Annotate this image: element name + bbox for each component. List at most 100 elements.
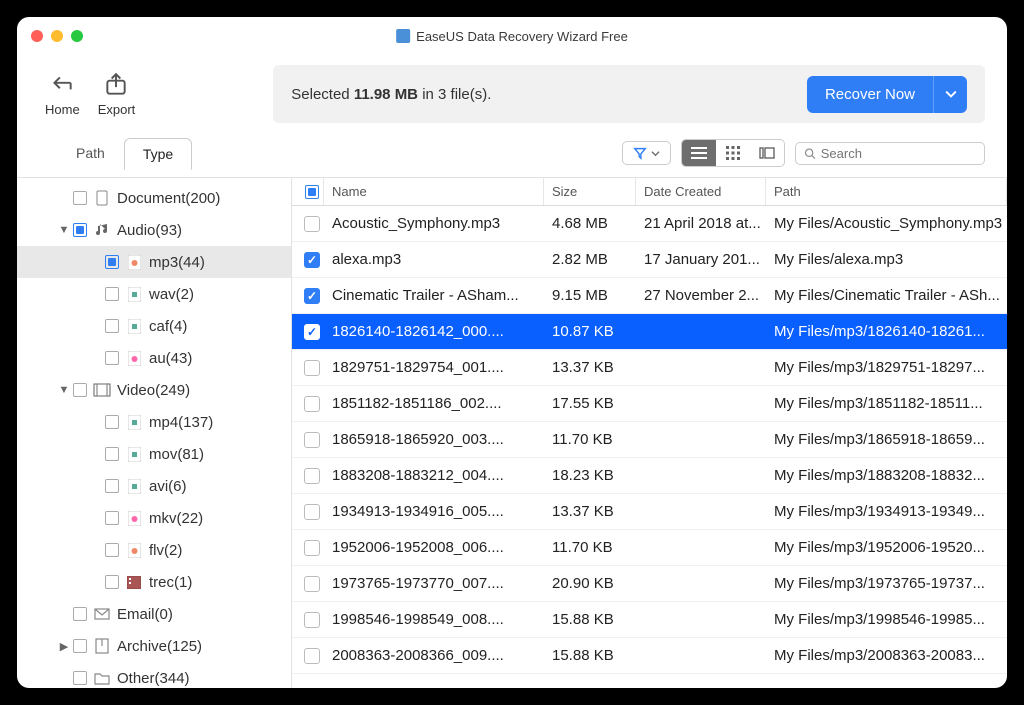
sidebar-item[interactable]: mp4(137) <box>17 406 291 438</box>
sidebar-item[interactable]: ▶Archive(125) <box>17 630 291 662</box>
column-size[interactable]: Size <box>544 178 636 205</box>
tree-checkbox[interactable] <box>73 671 87 685</box>
column-date[interactable]: Date Created <box>636 178 766 205</box>
sidebar-tree[interactable]: Document(200)▼Audio(93) mp3(44) wav(2)caf(… <box>17 178 292 688</box>
file-list[interactable]: Acoustic_Symphony.mp34.68 MB21 April 201… <box>292 206 1007 688</box>
row-checkbox[interactable] <box>304 504 320 520</box>
filter-button[interactable] <box>622 141 671 165</box>
tree-checkbox[interactable] <box>105 255 119 269</box>
table-row[interactable]: 1973765-1973770_007....20.90 KBMy Files/… <box>292 566 1007 602</box>
sidebar-item[interactable]: mp3(44) <box>17 246 291 278</box>
recover-dropdown-button[interactable] <box>933 76 967 113</box>
tree-checkbox[interactable] <box>105 287 119 301</box>
home-button[interactable]: Home <box>45 72 80 117</box>
table-row[interactable]: 1865918-1865920_003....11.70 KBMy Files/… <box>292 422 1007 458</box>
table-row[interactable]: 1826140-1826142_000....10.87 KBMy Files/… <box>292 314 1007 350</box>
tree-label: mp3(44) <box>149 254 205 271</box>
table-row[interactable]: alexa.mp32.82 MB17 January 201...My File… <box>292 242 1007 278</box>
select-all-checkbox[interactable] <box>305 185 319 199</box>
sidebar-item[interactable]: Email(0) <box>17 598 291 630</box>
sidebar-item[interactable]: mov(81) <box>17 438 291 470</box>
file-b-icon <box>125 478 143 494</box>
row-checkbox[interactable] <box>304 612 320 628</box>
view-preview-button[interactable] <box>750 140 784 166</box>
search-input[interactable] <box>821 146 976 161</box>
sidebar-item[interactable]: avi(6) <box>17 470 291 502</box>
row-checkbox[interactable] <box>304 396 320 412</box>
table-row[interactable]: 2008363-2008366_009....15.88 KBMy Files/… <box>292 638 1007 674</box>
file-name: 1883208-1883212_004.... <box>324 467 544 484</box>
tree-checkbox[interactable] <box>105 447 119 461</box>
file-path: My Files/alexa.mp3 <box>766 251 1007 268</box>
tree-checkbox[interactable] <box>73 191 87 205</box>
row-checkbox[interactable] <box>304 288 320 304</box>
tree-checkbox[interactable] <box>105 575 119 589</box>
tree-checkbox[interactable] <box>73 223 87 237</box>
tree-checkbox[interactable] <box>73 383 87 397</box>
table-row[interactable]: 1998546-1998549_008....15.88 KBMy Files/… <box>292 602 1007 638</box>
sidebar-item[interactable]: ▼Video(249) <box>17 374 291 406</box>
tab-type[interactable]: Type <box>124 138 192 170</box>
file-size: 20.90 KB <box>544 575 636 592</box>
tree-checkbox[interactable] <box>105 479 119 493</box>
file-name: 1934913-1934916_005.... <box>324 503 544 520</box>
tree-checkbox[interactable] <box>105 351 119 365</box>
sidebar-item[interactable]: Other(344) <box>17 662 291 688</box>
sidebar-item[interactable]: ▼Audio(93) <box>17 214 291 246</box>
search-icon <box>804 147 816 160</box>
tree-checkbox[interactable] <box>105 543 119 557</box>
window-close-button[interactable] <box>31 30 43 42</box>
export-button[interactable]: Export <box>98 72 136 117</box>
row-checkbox[interactable] <box>304 432 320 448</box>
search-box[interactable] <box>795 142 985 165</box>
disclosure-arrow-icon[interactable]: ▼ <box>57 224 71 236</box>
window-maximize-button[interactable] <box>71 30 83 42</box>
tree-checkbox[interactable] <box>105 319 119 333</box>
view-list-button[interactable] <box>682 140 716 166</box>
sidebar-item[interactable]: mkv(22) <box>17 502 291 534</box>
sidebar-item[interactable]: trec(1) <box>17 566 291 598</box>
row-checkbox[interactable] <box>304 252 320 268</box>
tree-checkbox[interactable] <box>73 607 87 621</box>
tree-checkbox[interactable] <box>105 511 119 525</box>
file-b-icon <box>125 318 143 334</box>
column-path[interactable]: Path <box>766 178 1007 205</box>
row-checkbox[interactable] <box>304 540 320 556</box>
view-grid-button[interactable] <box>716 140 750 166</box>
sidebar-item[interactable]: Document(200) <box>17 182 291 214</box>
file-size: 15.88 KB <box>544 647 636 664</box>
recover-now-button[interactable]: Recover Now <box>807 76 933 113</box>
sidebar-item[interactable]: wav(2) <box>17 278 291 310</box>
table-row[interactable]: 1851182-1851186_002....17.55 KBMy Files/… <box>292 386 1007 422</box>
table-row[interactable]: 1934913-1934916_005....13.37 KBMy Files/… <box>292 494 1007 530</box>
table-row[interactable]: 1829751-1829754_001....13.37 KBMy Files/… <box>292 350 1007 386</box>
row-checkbox[interactable] <box>304 216 320 232</box>
sidebar-item[interactable]: caf(4) <box>17 310 291 342</box>
app-icon <box>396 29 410 43</box>
row-checkbox[interactable] <box>304 468 320 484</box>
tab-path[interactable]: Path <box>57 137 124 169</box>
column-name[interactable]: Name <box>324 178 544 205</box>
row-checkbox[interactable] <box>304 648 320 664</box>
table-row[interactable]: 1952006-1952008_006....11.70 KBMy Files/… <box>292 530 1007 566</box>
row-checkbox[interactable] <box>304 360 320 376</box>
file-name: 1973765-1973770_007.... <box>324 575 544 592</box>
tree-label: trec(1) <box>149 574 192 591</box>
table-row[interactable]: Acoustic_Symphony.mp34.68 MB21 April 201… <box>292 206 1007 242</box>
file-date: 21 April 2018 at... <box>636 215 766 232</box>
row-checkbox[interactable] <box>304 324 320 340</box>
file-name: 1952006-1952008_006.... <box>324 539 544 556</box>
table-row[interactable]: 1883208-1883212_004....18.23 KBMy Files/… <box>292 458 1007 494</box>
mail-icon <box>93 606 111 622</box>
sidebar-item[interactable]: flv(2) <box>17 534 291 566</box>
app-window: EaseUS Data Recovery Wizard Free Home Ex… <box>17 17 1007 688</box>
disclosure-arrow-icon[interactable]: ▶ <box>57 640 71 653</box>
row-checkbox[interactable] <box>304 576 320 592</box>
tree-checkbox[interactable] <box>105 415 119 429</box>
disclosure-arrow-icon[interactable]: ▼ <box>57 384 71 396</box>
sidebar-item[interactable]: au(43) <box>17 342 291 374</box>
tree-checkbox[interactable] <box>73 639 87 653</box>
file-size: 9.15 MB <box>544 287 636 304</box>
table-row[interactable]: Cinematic Trailer - ASham...9.15 MB27 No… <box>292 278 1007 314</box>
window-minimize-button[interactable] <box>51 30 63 42</box>
